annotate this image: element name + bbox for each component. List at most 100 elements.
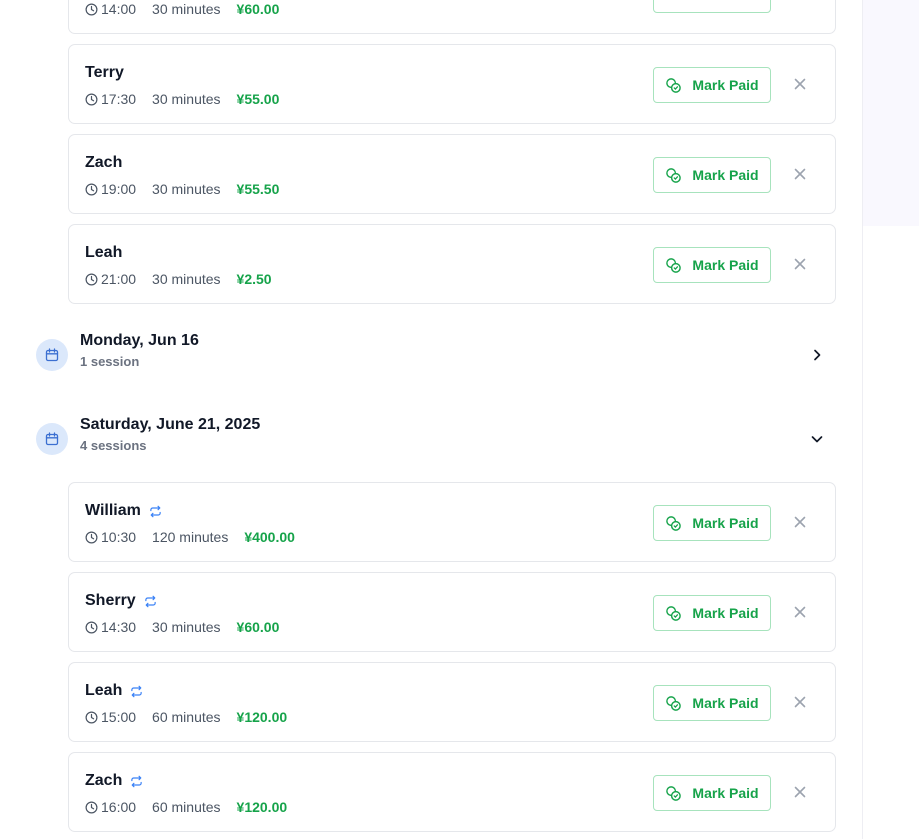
mark-paid-button[interactable]: Mark Paid bbox=[653, 247, 771, 283]
session-time: 10:30 bbox=[101, 529, 137, 545]
session-card: Sherry 14:30 30 minutes ¥60.00 Mark Paid bbox=[68, 572, 836, 652]
session-duration: 30 minutes bbox=[152, 619, 221, 635]
day-group-header[interactable]: Monday, Jun 16 1 session bbox=[36, 332, 836, 378]
session-client-name: Leah bbox=[85, 244, 123, 261]
chevron-right-icon[interactable] bbox=[810, 348, 824, 362]
session-duration: 30 minutes bbox=[152, 271, 221, 287]
session-meta: 14:00 30 minutes ¥60.00 bbox=[85, 1, 279, 17]
session-duration: 30 minutes bbox=[152, 1, 221, 17]
mark-paid-button[interactable]: Mark Paid bbox=[653, 505, 771, 541]
mark-paid-label: Mark Paid bbox=[692, 77, 759, 93]
clock-icon bbox=[85, 531, 98, 543]
repeat-icon bbox=[150, 505, 161, 517]
chevron-down-icon[interactable] bbox=[810, 432, 824, 446]
session-meta: 15:00 60 minutes ¥120.00 bbox=[85, 709, 287, 725]
clock-icon bbox=[85, 93, 98, 105]
session-price: ¥120.00 bbox=[236, 709, 288, 725]
session-price: ¥55.00 bbox=[236, 91, 280, 107]
mark-paid-label: Mark Paid bbox=[692, 167, 759, 183]
clock-icon bbox=[85, 183, 98, 195]
session-meta: 16:00 60 minutes ¥120.00 bbox=[85, 799, 287, 815]
mark-paid-button[interactable]: Mark Paid bbox=[653, 685, 771, 721]
clock-icon bbox=[85, 801, 98, 813]
mark-paid-button[interactable]: Mark Paid bbox=[653, 157, 771, 193]
session-price: ¥120.00 bbox=[236, 799, 288, 815]
session-card: Leah 21:00 30 minutes ¥2.50 Mark Paid bbox=[68, 224, 836, 304]
session-duration: 30 minutes bbox=[152, 181, 221, 197]
mark-paid-button[interactable]: Mark Paid bbox=[653, 775, 771, 811]
session-duration: 60 minutes bbox=[152, 709, 221, 725]
session-client-name: William bbox=[85, 502, 141, 519]
clock-icon bbox=[85, 273, 98, 285]
day-group-header[interactable]: Saturday, June 21, 2025 4 sessions bbox=[36, 416, 836, 462]
coins-icon bbox=[666, 77, 682, 93]
session-client-name: Leah bbox=[85, 682, 123, 699]
session-time: 17:30 bbox=[101, 91, 137, 107]
session-meta: 21:00 30 minutes ¥2.50 bbox=[85, 271, 272, 287]
close-icon[interactable] bbox=[793, 515, 807, 529]
session-price: ¥60.00 bbox=[236, 1, 280, 17]
coins-icon bbox=[666, 515, 682, 531]
session-client-name: Sherry bbox=[85, 592, 136, 609]
session-meta: 19:00 30 minutes ¥55.50 bbox=[85, 181, 279, 197]
session-card: Zach 19:00 30 minutes ¥55.50 Mark Paid bbox=[68, 134, 836, 214]
day-group-title: Monday, Jun 16 bbox=[80, 332, 199, 349]
close-icon[interactable] bbox=[793, 167, 807, 181]
repeat-icon bbox=[144, 595, 156, 607]
close-icon[interactable] bbox=[793, 605, 807, 619]
day-group-title: Saturday, June 21, 2025 bbox=[80, 416, 261, 433]
mark-paid-button[interactable]: Mark Paid bbox=[653, 67, 771, 103]
clock-icon bbox=[85, 711, 98, 723]
calendar-icon bbox=[36, 339, 68, 371]
coins-icon bbox=[666, 605, 682, 621]
mark-paid-label: Mark Paid bbox=[692, 257, 759, 273]
repeat-icon bbox=[131, 685, 143, 697]
clock-icon bbox=[85, 621, 98, 633]
session-price: ¥60.00 bbox=[236, 619, 280, 635]
side-panel-divider bbox=[862, 226, 863, 839]
repeat-icon bbox=[131, 775, 143, 787]
clock-icon bbox=[85, 3, 98, 15]
mark-paid-label: Mark Paid bbox=[692, 785, 759, 801]
session-time: 21:00 bbox=[101, 271, 137, 287]
session-card: Terry 17:30 30 minutes ¥55.00 Mark Paid bbox=[68, 44, 836, 124]
session-time: 15:00 bbox=[101, 709, 137, 725]
session-duration: 30 minutes bbox=[152, 91, 221, 107]
session-client-name: Zach bbox=[85, 154, 123, 171]
session-card: 14:00 30 minutes ¥60.00 bbox=[68, 0, 836, 34]
mark-paid-label: Mark Paid bbox=[692, 605, 759, 621]
session-card: Zach 16:00 60 minutes ¥120.00 Mark Paid bbox=[68, 752, 836, 832]
close-icon[interactable] bbox=[793, 257, 807, 271]
side-panel bbox=[862, 0, 919, 226]
coins-icon bbox=[666, 695, 682, 711]
session-time: 16:00 bbox=[101, 799, 137, 815]
session-price: ¥400.00 bbox=[244, 529, 295, 545]
session-client-name: Terry bbox=[85, 64, 124, 81]
close-icon[interactable] bbox=[793, 695, 807, 709]
session-client-name: Zach bbox=[85, 772, 123, 789]
mark-paid-label: Mark Paid bbox=[692, 695, 759, 711]
session-meta: 10:30 120 minutes ¥400.00 bbox=[85, 529, 295, 545]
mark-paid-button[interactable]: Mark Paid bbox=[653, 595, 771, 631]
mark-paid-label: Mark Paid bbox=[692, 515, 759, 531]
close-icon[interactable] bbox=[793, 785, 807, 799]
day-group-count: 4 sessions bbox=[80, 438, 147, 453]
session-price: ¥2.50 bbox=[236, 271, 272, 287]
mark-paid-button[interactable] bbox=[653, 0, 771, 13]
coins-icon bbox=[666, 167, 682, 183]
session-time: 19:00 bbox=[101, 181, 137, 197]
coins-icon bbox=[666, 785, 682, 801]
session-card: William 10:30 120 minutes ¥400.00 Mark P… bbox=[68, 482, 836, 562]
session-duration: 60 minutes bbox=[152, 799, 221, 815]
session-meta: 14:30 30 minutes ¥60.00 bbox=[85, 619, 279, 635]
session-card: Leah 15:00 60 minutes ¥120.00 Mark Paid bbox=[68, 662, 836, 742]
session-price: ¥55.50 bbox=[236, 181, 280, 197]
session-duration: 120 minutes bbox=[152, 529, 229, 545]
calendar-icon bbox=[36, 423, 68, 455]
coins-icon bbox=[666, 257, 682, 273]
close-icon[interactable] bbox=[793, 77, 807, 91]
day-group-count: 1 session bbox=[80, 354, 140, 369]
session-meta: 17:30 30 minutes ¥55.00 bbox=[85, 91, 279, 107]
session-time: 14:00 bbox=[101, 1, 137, 17]
session-time: 14:30 bbox=[101, 619, 137, 635]
